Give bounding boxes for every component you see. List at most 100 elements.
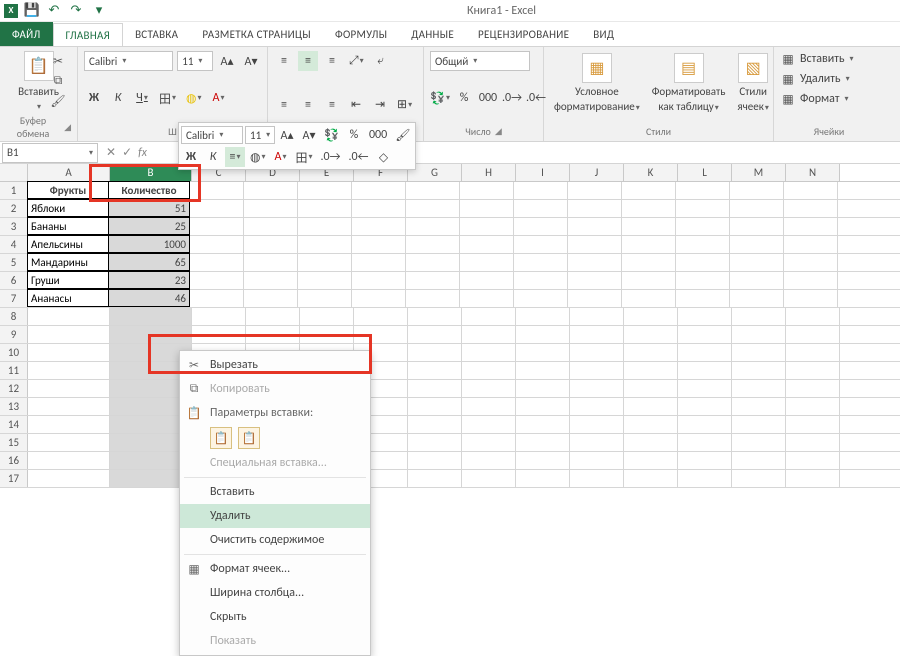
cell[interactable] — [678, 470, 732, 487]
worksheet[interactable]: A B C D E F G H I J K L M N 1ФруктыКолич… — [0, 164, 900, 488]
name-box[interactable]: B1▾ — [2, 143, 98, 163]
cell[interactable] — [568, 272, 622, 289]
cell[interactable] — [570, 470, 624, 487]
cell[interactable] — [568, 236, 622, 253]
cell[interactable] — [298, 290, 352, 307]
cell[interactable] — [516, 344, 570, 361]
cell[interactable] — [678, 344, 732, 361]
mini-decrease-font-icon[interactable]: A▾ — [299, 125, 319, 145]
cell[interactable] — [622, 200, 676, 217]
cell[interactable] — [732, 380, 786, 397]
cell[interactable] — [352, 254, 406, 271]
cell[interactable] — [244, 236, 298, 253]
cell[interactable] — [462, 434, 516, 451]
cell[interactable] — [408, 362, 462, 379]
cell[interactable] — [460, 200, 514, 217]
cell[interactable] — [462, 452, 516, 469]
row-header[interactable]: 9 — [0, 326, 28, 343]
cell[interactable] — [732, 362, 786, 379]
mini-border-icon[interactable]: 田▾ — [293, 147, 316, 167]
cell[interactable] — [514, 182, 568, 199]
cell[interactable] — [678, 452, 732, 469]
cell[interactable] — [678, 416, 732, 433]
cell[interactable] — [28, 344, 110, 361]
mini-accounting-icon[interactable]: 💱 — [321, 125, 342, 145]
cell[interactable] — [622, 290, 676, 307]
cell[interactable] — [352, 182, 406, 199]
cell[interactable] — [244, 290, 298, 307]
cell[interactable] — [570, 416, 624, 433]
cell[interactable] — [406, 182, 460, 199]
cell[interactable] — [190, 236, 244, 253]
row-header[interactable]: 15 — [0, 434, 28, 451]
cell[interactable] — [408, 326, 462, 343]
cell[interactable]: Ананасы — [27, 289, 109, 307]
decrease-decimal-icon[interactable]: .0← — [526, 88, 546, 108]
cell[interactable] — [624, 308, 678, 325]
cell[interactable] — [190, 254, 244, 271]
cell[interactable]: Фрукты — [27, 181, 109, 199]
mini-dec-decimal-icon[interactable]: .0← — [346, 147, 372, 167]
ctx-paste-special[interactable]: Специальная вставка... — [180, 451, 370, 475]
row-header[interactable]: 12 — [0, 380, 28, 397]
cell[interactable] — [352, 200, 406, 217]
cell[interactable] — [676, 272, 730, 289]
row-header[interactable]: 4 — [0, 236, 28, 253]
cell[interactable] — [298, 182, 352, 199]
dialog-launcher-icon[interactable]: ◢ — [495, 126, 502, 137]
cell[interactable] — [568, 200, 622, 217]
fill-color-button[interactable]: ◍▾ — [183, 88, 205, 108]
mini-increase-font-icon[interactable]: A▴ — [277, 125, 297, 145]
ctx-clear[interactable]: Очистить содержимое — [180, 528, 370, 552]
cell[interactable] — [732, 308, 786, 325]
redo-icon[interactable]: ↷ — [68, 3, 84, 19]
font-name-select[interactable]: Calibri▾ — [84, 51, 173, 71]
cell[interactable] — [624, 398, 678, 415]
row-header[interactable]: 8 — [0, 308, 28, 325]
cell[interactable] — [298, 272, 352, 289]
cell[interactable] — [570, 326, 624, 343]
align-bottom-icon[interactable]: ≡ — [322, 51, 342, 71]
cell[interactable] — [460, 236, 514, 253]
cell[interactable] — [244, 182, 298, 199]
cell[interactable] — [568, 182, 622, 199]
col-H[interactable]: H — [462, 164, 516, 181]
accounting-icon[interactable]: 💱▾ — [430, 88, 450, 108]
comma-icon[interactable]: 000 — [478, 88, 498, 108]
cell[interactable] — [190, 218, 244, 235]
mini-font-color-icon[interactable]: A▾ — [271, 147, 291, 167]
tab-home[interactable]: ГЛАВНАЯ — [53, 23, 124, 47]
cell[interactable] — [730, 272, 784, 289]
cell[interactable] — [732, 344, 786, 361]
col-I[interactable]: I — [516, 164, 570, 181]
cell[interactable] — [732, 452, 786, 469]
ctx-insert[interactable]: Вставить — [180, 480, 370, 504]
cell[interactable] — [298, 200, 352, 217]
align-top-icon[interactable]: ≡ — [274, 51, 294, 71]
cell[interactable] — [408, 398, 462, 415]
cell[interactable] — [298, 254, 352, 271]
cell[interactable] — [462, 308, 516, 325]
ctx-format-cells[interactable]: ▦Формат ячеек... — [180, 557, 370, 581]
cell[interactable] — [622, 254, 676, 271]
ctx-column-width[interactable]: Ширина столбца... — [180, 581, 370, 605]
increase-decimal-icon[interactable]: .0→ — [502, 88, 522, 108]
copy-icon[interactable]: ⧉ — [50, 73, 66, 89]
cell[interactable]: 1000 — [108, 235, 190, 253]
mini-size-select[interactable]: 11▾ — [245, 126, 275, 144]
bold-button[interactable]: Ж — [84, 88, 104, 108]
tab-view[interactable]: ВИД — [581, 22, 626, 46]
cell[interactable] — [730, 254, 784, 271]
cell[interactable] — [110, 308, 192, 325]
paste-dropdown-icon[interactable]: ▾ — [37, 102, 41, 112]
cell[interactable] — [192, 326, 246, 343]
cell[interactable] — [514, 290, 568, 307]
cell[interactable] — [732, 470, 786, 487]
ctx-delete[interactable]: Удалить — [180, 504, 370, 528]
format-as-table-button[interactable]: ▤ Форматировать как таблицу▾ — [648, 51, 730, 115]
col-L[interactable]: L — [678, 164, 732, 181]
mini-inc-decimal-icon[interactable]: .0→ — [318, 147, 344, 167]
cell[interactable] — [570, 434, 624, 451]
cell[interactable]: 51 — [108, 199, 190, 217]
cell[interactable] — [244, 200, 298, 217]
